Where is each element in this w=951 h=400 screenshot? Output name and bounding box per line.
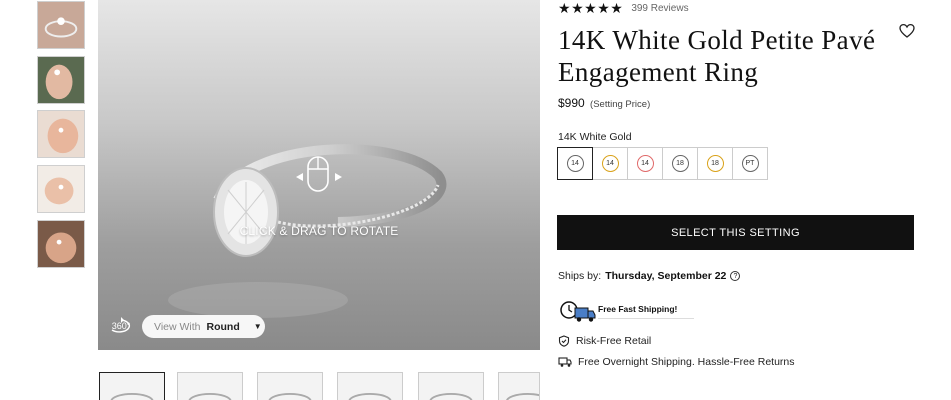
view-with-label: View With xyxy=(154,320,201,333)
chevron-down-icon: ▼ xyxy=(253,322,262,331)
delivery-truck-icon xyxy=(560,301,596,322)
feature-risk-free: Risk-Free Retail xyxy=(558,335,651,347)
badge-underline xyxy=(598,318,694,319)
thumbnail-hand-2[interactable] xyxy=(37,110,85,158)
thumbnail-hand-3[interactable] xyxy=(37,165,85,213)
rotate-360-icon: 360° xyxy=(108,314,134,340)
bottom-thumbnail[interactable] xyxy=(99,372,165,400)
free-shipping-text: Free Fast Shipping! xyxy=(598,304,678,314)
star-icon: ★ xyxy=(610,0,623,16)
rating[interactable]: ★ ★ ★ ★ ★ 399 Reviews xyxy=(558,1,689,15)
bottom-thumbnail[interactable] xyxy=(337,372,403,400)
free-shipping-badge: Free Fast Shipping! xyxy=(558,296,698,324)
bottom-thumbnail[interactable] xyxy=(177,372,243,400)
bottom-thumbnail[interactable] xyxy=(418,372,484,400)
ships-by-date: Thursday, September 22 xyxy=(605,270,727,282)
product-title: 14K White Gold Petite Pavé Engagement Ri… xyxy=(558,25,876,87)
thumbnail-hand-4[interactable] xyxy=(37,220,85,268)
metal-option-18k-yellow[interactable]: 18 xyxy=(697,147,733,180)
view-with-value: Round xyxy=(206,320,240,333)
feature-risk-free-label: Risk-Free Retail xyxy=(576,335,652,347)
view-with-dropdown[interactable]: View With Round ▼ xyxy=(142,315,265,338)
feature-free-shipping-label: Free Overnight Shipping. Hassle-Free Ret… xyxy=(578,356,795,368)
select-setting-button[interactable]: SELECT THIS SETTING xyxy=(557,215,914,250)
heart-icon[interactable] xyxy=(899,23,915,39)
truck-icon xyxy=(558,357,572,367)
star-icon: ★ xyxy=(558,0,571,16)
price-note: (Setting Price) xyxy=(590,99,651,110)
metal-swatch: 18 xyxy=(706,155,724,172)
drag-mouse-icon xyxy=(296,156,342,192)
star-icon: ★ xyxy=(597,0,610,16)
bottom-thumbnail[interactable] xyxy=(498,372,540,400)
metal-options: 14 14 14 18 18 PT xyxy=(557,147,768,180)
ships-by: Ships by: Thursday, September 22 ? xyxy=(558,270,741,282)
thumbnail-hand-1[interactable] xyxy=(37,56,85,104)
price: $990 (Setting Price) xyxy=(558,96,650,110)
bottom-thumbnail[interactable] xyxy=(257,372,323,400)
metal-option-14k-white[interactable]: 14 xyxy=(557,147,593,180)
metal-option-18k-white[interactable]: 18 xyxy=(662,147,698,180)
reviews-link[interactable]: 399 Reviews xyxy=(631,3,688,14)
shield-icon xyxy=(558,335,570,347)
feature-free-shipping: Free Overnight Shipping. Hassle-Free Ret… xyxy=(558,356,795,368)
rotate-360-label: 360° xyxy=(111,321,131,331)
metal-swatch: PT xyxy=(741,155,759,172)
thumbnail-ring-front[interactable] xyxy=(37,1,85,49)
ships-by-prefix: Ships by: xyxy=(558,270,602,282)
metal-swatch: 14 xyxy=(636,155,654,172)
metal-option-platinum[interactable]: PT xyxy=(732,147,768,180)
metal-swatch: 18 xyxy=(671,155,689,172)
metal-swatch: 14 xyxy=(566,155,584,172)
metal-option-14k-yellow[interactable]: 14 xyxy=(592,147,628,180)
product-360-viewer[interactable]: CLICK & DRAG TO ROTATE 360° View With Ro… xyxy=(98,0,540,350)
drag-to-rotate-label: CLICK & DRAG TO ROTATE xyxy=(239,224,399,238)
metal-option-14k-rose[interactable]: 14 xyxy=(627,147,663,180)
question-icon[interactable]: ? xyxy=(730,271,741,281)
metal-selected-label: 14K White Gold xyxy=(558,131,632,143)
star-icon: ★ xyxy=(571,0,584,16)
star-icon: ★ xyxy=(584,0,597,16)
price-value: $990 xyxy=(558,96,585,110)
metal-swatch: 14 xyxy=(601,155,619,172)
